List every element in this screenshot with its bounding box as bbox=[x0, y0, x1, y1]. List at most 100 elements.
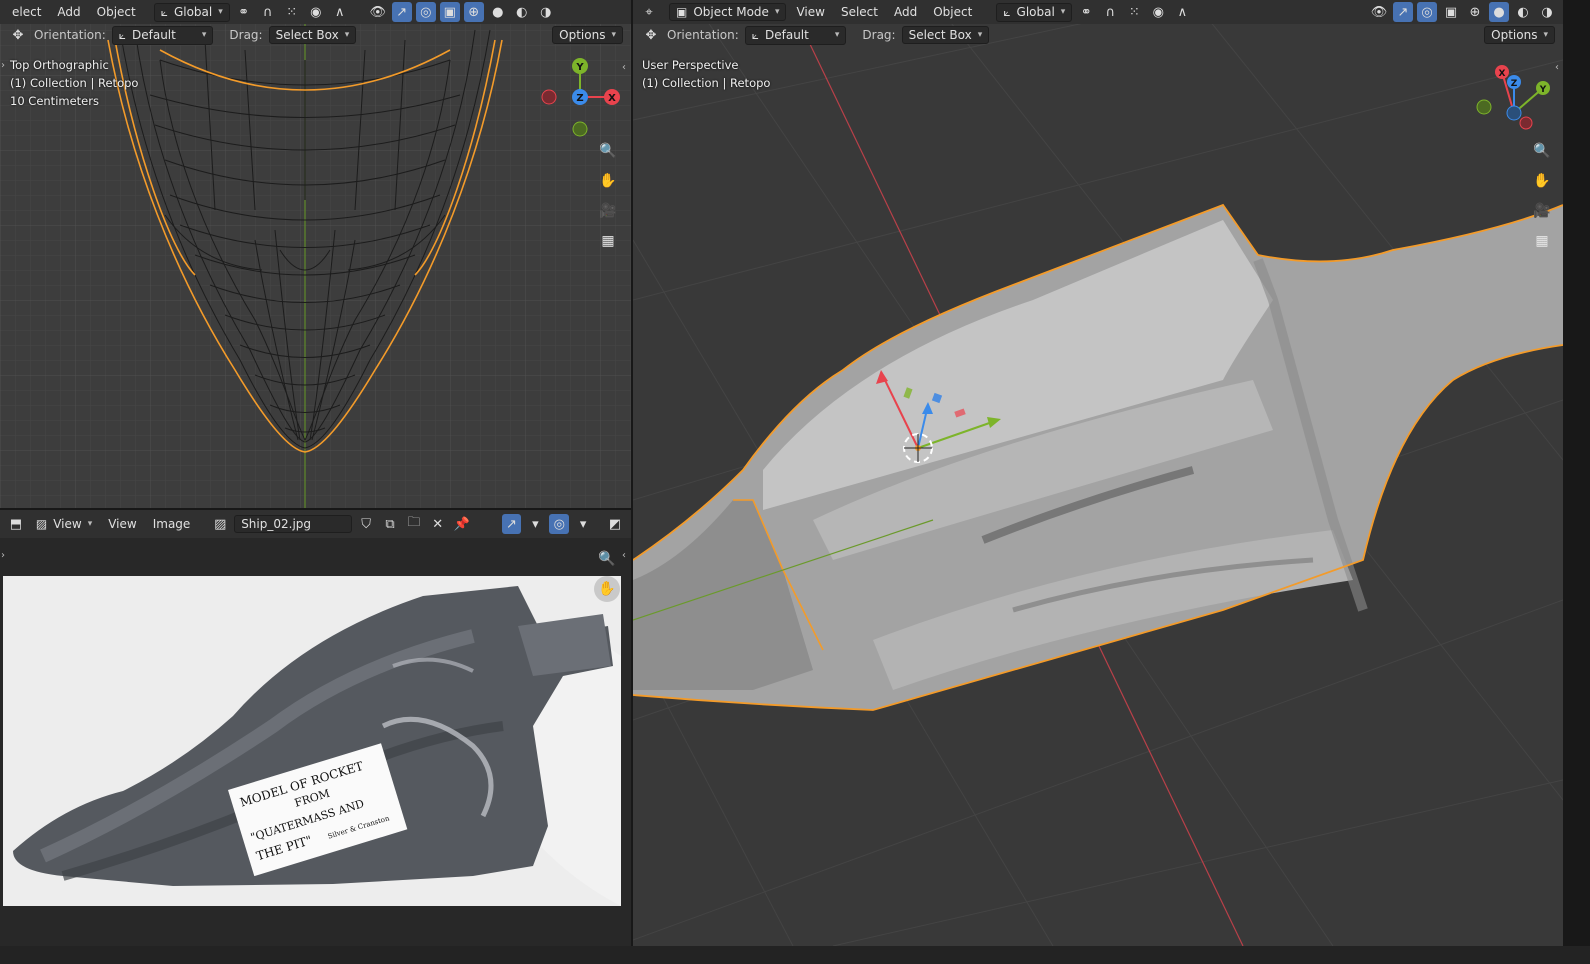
editor-type-icon[interactable]: ⬒ bbox=[6, 514, 26, 534]
orientation-label: Orientation: bbox=[34, 28, 106, 42]
transform-orientation-dropdown[interactable]: ⟀ Global ▾ bbox=[153, 2, 230, 22]
image-name-field[interactable]: Ship_02.jpg bbox=[234, 515, 353, 533]
perspective-toggle-icon[interactable]: ▦ bbox=[1529, 228, 1555, 254]
menu-add[interactable]: Add bbox=[51, 3, 86, 21]
material-shading-icon[interactable]: ◐ bbox=[1513, 2, 1533, 22]
pan-hand-icon[interactable]: ✋ bbox=[1529, 168, 1555, 194]
fake-user-shield-icon[interactable]: ⛉ bbox=[356, 514, 376, 534]
perspective-viewport[interactable]: ⌖ ▣ Object Mode ▾ View Select Add Object ⟀… bbox=[633, 0, 1563, 946]
orientation-dropdown[interactable]: ⟀ Default ▾ bbox=[111, 25, 214, 45]
collection-name: (1) Collection | Retopo bbox=[642, 76, 771, 90]
status-bar bbox=[0, 946, 1590, 964]
gizmo-axis-x: X bbox=[1499, 69, 1506, 79]
drag-dropdown[interactable]: Select Box ▾ bbox=[268, 26, 357, 44]
zoom-icon[interactable]: 🔍 bbox=[594, 546, 620, 572]
falloff-curve-icon[interactable]: ∧ bbox=[330, 2, 350, 22]
pan-hand-icon[interactable]: ✋ bbox=[594, 576, 620, 602]
camera-icon[interactable]: 🎥 bbox=[595, 198, 621, 224]
gizmo-axis-y: Y bbox=[1539, 85, 1547, 95]
menu-add[interactable]: Add bbox=[888, 3, 923, 21]
proportional-edit-icon[interactable]: ◉ bbox=[306, 2, 326, 22]
display-channels-icon[interactable]: ◩ bbox=[605, 514, 625, 534]
editor-type-icon[interactable]: ⌖ bbox=[639, 2, 659, 22]
gizmo-toggle-icon[interactable]: ↗ bbox=[501, 514, 522, 534]
pin-icon[interactable]: 📌 bbox=[452, 514, 472, 534]
falloff-curve-icon[interactable]: ∧ bbox=[1172, 2, 1192, 22]
material-shading-icon[interactable]: ◐ bbox=[512, 2, 532, 22]
rendered-shading-icon[interactable]: ◑ bbox=[536, 2, 556, 22]
solid-shading-icon[interactable]: ● bbox=[1489, 2, 1509, 22]
rendered-shading-icon[interactable]: ◑ bbox=[1537, 2, 1557, 22]
orientation-dropdown[interactable]: ⟀ Default ▾ bbox=[744, 25, 847, 45]
duplicate-icon[interactable]: ⧉ bbox=[380, 514, 400, 534]
drag-dropdown[interactable]: Select Box ▾ bbox=[901, 26, 990, 44]
xray-toggle-icon[interactable]: ▣ bbox=[439, 2, 460, 22]
wireframe-shading-icon[interactable]: ⊕ bbox=[463, 2, 484, 22]
snap-increment-icon[interactable]: ⁙ bbox=[282, 2, 302, 22]
gizmo-toggle-icon[interactable]: ↗ bbox=[1393, 2, 1413, 22]
collapse-right-icon[interactable]: ‹ bbox=[622, 62, 626, 73]
chevron-down-icon[interactable]: ▾ bbox=[525, 514, 545, 534]
chevron-down-icon[interactable]: ▾ bbox=[573, 514, 593, 534]
viewport-info: User Perspective (1) Collection | Retopo bbox=[642, 56, 770, 92]
mode-dropdown[interactable]: ▣ Object Mode ▾ bbox=[669, 3, 787, 21]
transform-orientation-value: Global bbox=[173, 5, 213, 19]
menu-select[interactable]: elect bbox=[6, 3, 47, 21]
chevron-down-icon: ▾ bbox=[977, 30, 983, 40]
chevron-down-icon: ▾ bbox=[774, 7, 780, 17]
snap-increment-icon[interactable]: ⁙ bbox=[1124, 2, 1144, 22]
navigation-gizmo[interactable]: X Y Z bbox=[1471, 60, 1561, 140]
menu-view[interactable]: View bbox=[102, 515, 142, 533]
gizmo-axis-z: Z bbox=[576, 93, 583, 104]
solid-shading-icon[interactable]: ● bbox=[488, 2, 508, 22]
wireframe-shading-icon[interactable]: ⊕ bbox=[1465, 2, 1485, 22]
gizmo-toggle-icon[interactable]: ↗ bbox=[391, 2, 412, 22]
camera-icon[interactable]: 🎥 bbox=[1529, 198, 1555, 224]
pivot-point-icon[interactable]: ⚭ bbox=[234, 2, 254, 22]
collapse-right-icon[interactable]: ‹ bbox=[1555, 62, 1559, 73]
image-name: Ship_02.jpg bbox=[241, 517, 312, 531]
transform-orientation-icon: ⟀ bbox=[1003, 4, 1011, 19]
object-mode-icon: ▣ bbox=[676, 5, 688, 19]
zoom-icon[interactable]: 🔍 bbox=[1529, 138, 1555, 164]
drag-value: Select Box bbox=[275, 28, 339, 42]
menu-object[interactable]: Object bbox=[91, 3, 142, 21]
menu-view[interactable]: View bbox=[790, 3, 830, 21]
view-mode-dropdown[interactable]: ▨ View ▾ bbox=[30, 516, 98, 532]
proportional-edit-icon[interactable]: ◉ bbox=[1148, 2, 1168, 22]
menu-select[interactable]: Select bbox=[835, 3, 884, 21]
overlay-toggle-icon[interactable]: ◎ bbox=[415, 2, 436, 22]
chevron-down-icon: ▾ bbox=[1060, 7, 1066, 17]
visibility-eye-icon[interactable]: 👁 bbox=[368, 2, 388, 22]
close-icon[interactable]: ✕ bbox=[428, 514, 448, 534]
navigation-gizmo[interactable]: Y X Z bbox=[536, 53, 626, 143]
image-editor[interactable]: ⬒ ▨ View ▾ View Image ▨ Ship_02.jpg ⛉ ⧉ 🗀 … bbox=[0, 510, 631, 946]
move-tool-icon[interactable]: ✥ bbox=[641, 25, 661, 45]
options-dropdown[interactable]: Options ▾ bbox=[1484, 26, 1555, 44]
menu-object[interactable]: Object bbox=[927, 3, 978, 21]
collapse-left-icon[interactable]: › bbox=[1, 550, 5, 561]
xray-toggle-icon[interactable]: ▣ bbox=[1441, 2, 1461, 22]
orientation-icon: ⟀ bbox=[118, 27, 126, 42]
snap-magnet-icon[interactable]: ∩ bbox=[1100, 2, 1120, 22]
image-browse-icon[interactable]: ▨ bbox=[210, 514, 230, 534]
zoom-icon[interactable]: 🔍 bbox=[595, 138, 621, 164]
move-tool-icon[interactable]: ✥ bbox=[8, 25, 28, 45]
visibility-eye-icon[interactable]: 👁 bbox=[1369, 2, 1389, 22]
top-ortho-viewport[interactable]: elect Add Object ⟀ Global ▾ ⚭ ∩ ⁙ ◉ ∧ 👁 ↗ … bbox=[0, 0, 631, 508]
collapse-right-icon[interactable]: ‹ bbox=[622, 550, 626, 561]
grid-toggle-icon[interactable]: ▦ bbox=[595, 228, 621, 254]
viewport-info: Top Orthographic (1) Collection | Retopo… bbox=[10, 56, 138, 110]
transform-orientation-dropdown[interactable]: ⟀ Global ▾ bbox=[996, 2, 1073, 22]
open-folder-icon[interactable]: 🗀 bbox=[404, 514, 424, 534]
chevron-down-icon: ▾ bbox=[1543, 30, 1548, 40]
pivot-point-icon[interactable]: ⚭ bbox=[1076, 2, 1096, 22]
overlay-toggle-icon[interactable]: ◎ bbox=[549, 514, 570, 534]
menu-image[interactable]: Image bbox=[147, 515, 197, 533]
orientation-label: Orientation: bbox=[667, 28, 739, 42]
collapse-left-icon[interactable]: › bbox=[1, 60, 5, 71]
overlay-toggle-icon[interactable]: ◎ bbox=[1417, 2, 1437, 22]
options-dropdown[interactable]: Options ▾ bbox=[552, 26, 623, 44]
pan-hand-icon[interactable]: ✋ bbox=[595, 168, 621, 194]
snap-magnet-icon[interactable]: ∩ bbox=[258, 2, 278, 22]
